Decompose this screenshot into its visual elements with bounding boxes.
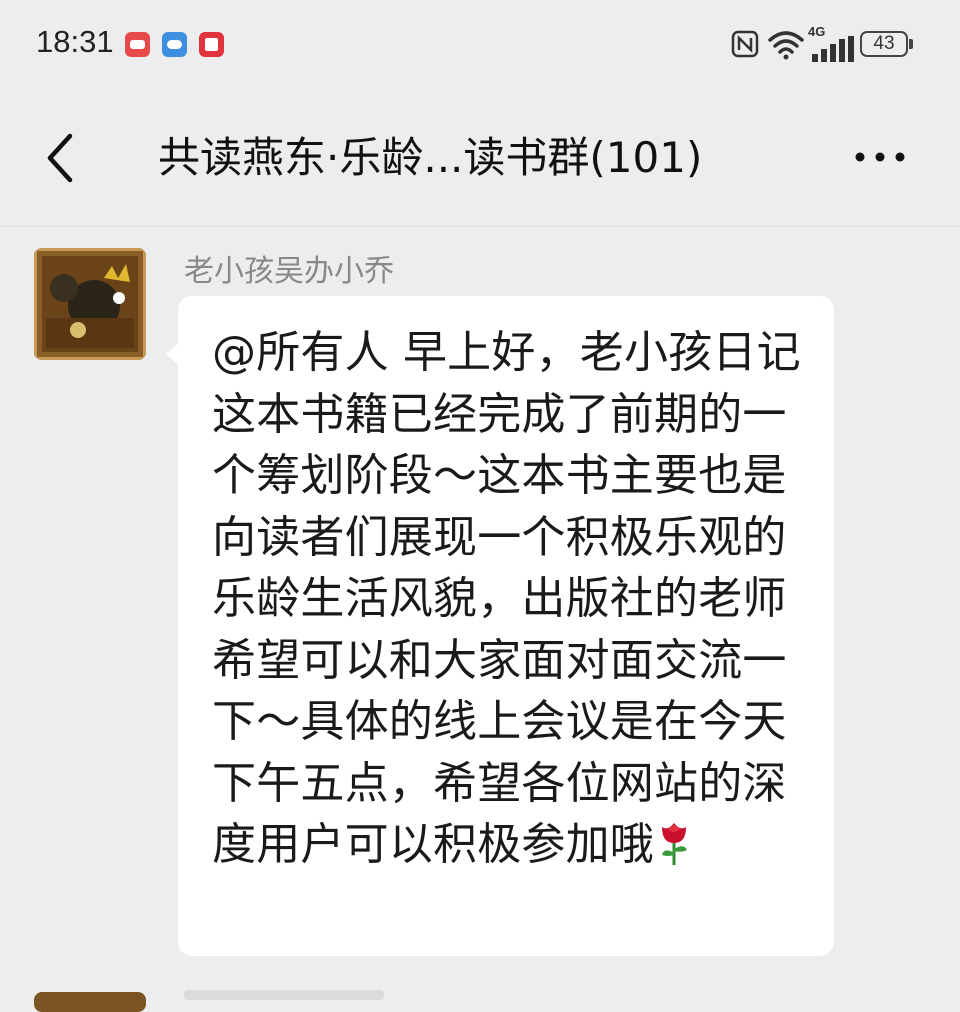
app-notification-icon bbox=[125, 32, 150, 57]
avatar[interactable] bbox=[34, 992, 146, 1012]
game-controller-icon bbox=[162, 32, 187, 57]
sender-name: 老小孩吴办小乔 bbox=[184, 254, 394, 289]
sender-name-placeholder bbox=[184, 990, 384, 1000]
status-time: 18:31 bbox=[36, 24, 114, 59]
chat-header: 共读燕东·乐龄...读书群(101) bbox=[0, 92, 960, 226]
header-divider bbox=[0, 226, 960, 227]
message-body: @所有人 早上好，老小孩日记这本书籍已经完成了前期的一个筹划阶段～这本书主要也是… bbox=[212, 327, 801, 870]
chat-title: 共读燕东·乐龄...读书群(101) bbox=[158, 133, 703, 182]
avatar[interactable] bbox=[34, 248, 146, 360]
battery-level: 43 bbox=[873, 33, 895, 54]
battery-icon: 43 bbox=[860, 31, 913, 57]
nfc-icon bbox=[731, 30, 759, 58]
status-bar: 18:31 4G 43 bbox=[0, 0, 960, 90]
signal-icon: 4G bbox=[808, 24, 854, 62]
chevron-left-icon[interactable] bbox=[40, 128, 88, 188]
more-dots-icon[interactable] bbox=[852, 142, 908, 172]
wifi-icon bbox=[768, 31, 804, 60]
rose-icon bbox=[662, 823, 687, 865]
book-app-icon bbox=[199, 32, 224, 57]
message-text: @所有人 早上好，老小孩日记这本书籍已经完成了前期的一个筹划阶段～这本书主要也是… bbox=[212, 322, 812, 876]
